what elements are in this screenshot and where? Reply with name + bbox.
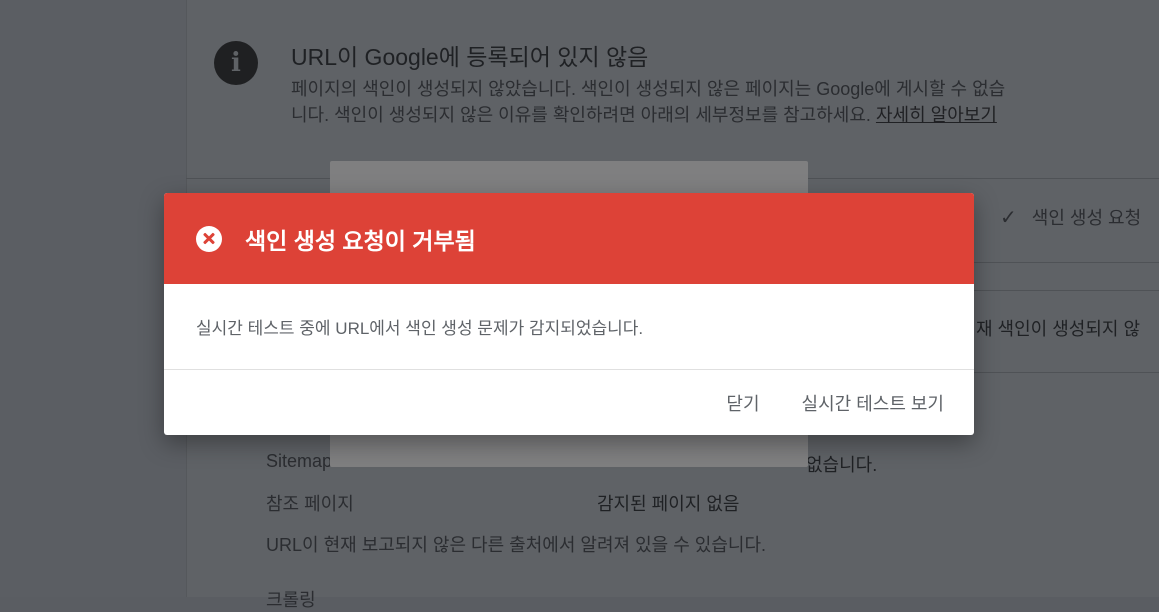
sitemap-label: Sitemap [266,451,333,471]
sitemap-value: 없습니다. [806,455,878,475]
dialog-message: 실시간 테스트 중에 URL에서 색인 생성 문제가 감지되었습니다. [196,319,644,338]
coverage-title: URL이 Google에 등록되어 있지 않음 [291,44,649,70]
dialog-title: 색인 생성 요청이 거부됨 [245,227,476,254]
request-indexing-row[interactable]: ✓ 색인 생성 요청 [1000,204,1141,230]
referring-page-label: 참조 페이지 [266,494,354,514]
indexing-rejected-dialog: 색인 생성 요청이 거부됨 실시간 테스트 중에 URL에서 색인 생성 문제가… [164,193,974,435]
view-live-test-button[interactable]: 실시간 테스트 보기 [792,384,954,422]
referring-page-value: 감지된 페이지 없음 [597,494,740,514]
divider [960,372,1159,373]
close-button[interactable]: 닫기 [716,384,769,422]
url-note: URL이 현재 보고되지 않은 다른 출처에서 알려져 있을 수 있습니다. [266,535,767,555]
error-icon [196,225,222,252]
dialog-header: 색인 생성 요청이 거부됨 [164,193,974,284]
divider [960,262,1159,263]
crawl-label: 크롤링 [266,590,316,610]
dialog-actions: 닫기 실시간 테스트 보기 [164,370,974,435]
learn-more-link[interactable]: 자세히 알아보기 [876,105,997,125]
dialog-body: 실시간 테스트 중에 URL에서 색인 생성 문제가 감지되었습니다. [164,284,974,370]
info-icon: i [214,41,258,85]
index-status-row: 재 색인이 생성되지 않 [976,319,1141,339]
coverage-description: 페이지의 색인이 생성되지 않았습니다. 색인이 생성되지 않은 페이지는 Go… [291,79,1006,125]
divider [960,290,1159,291]
check-icon: ✓ [1000,207,1017,229]
